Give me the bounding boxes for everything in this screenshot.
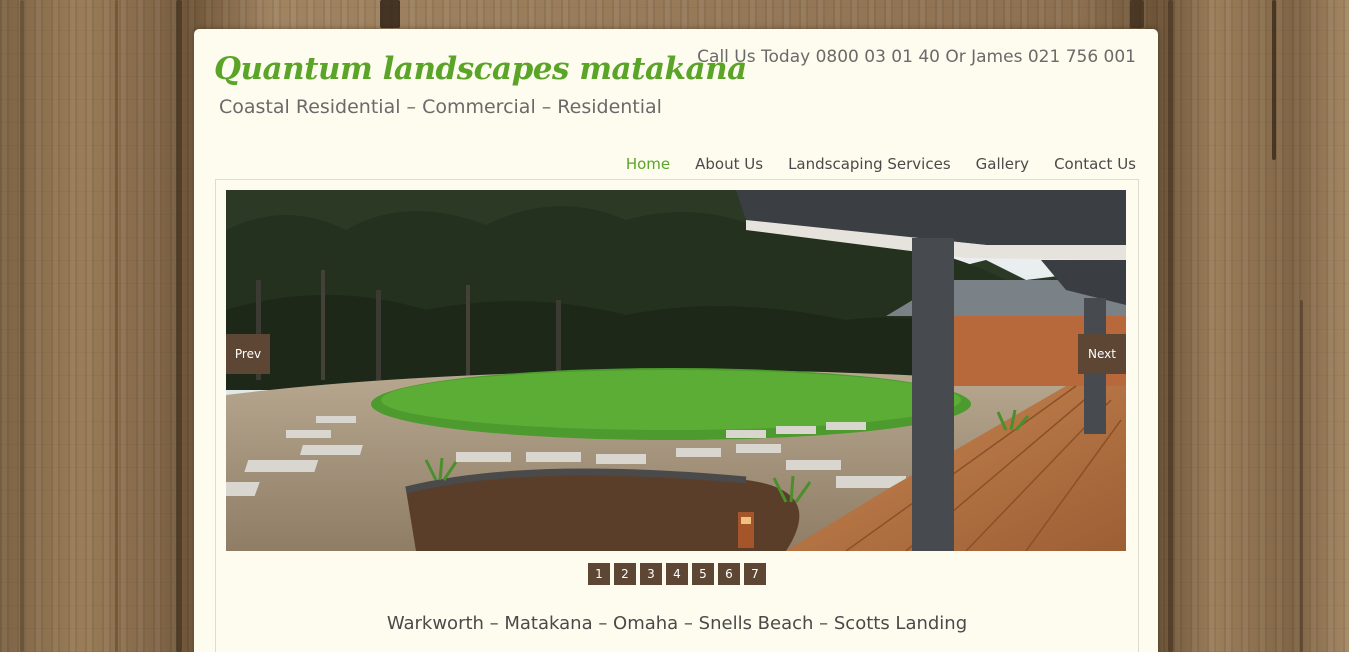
slider-next-button[interactable]: Next bbox=[1078, 334, 1126, 374]
main-nav: Home About Us Landscaping Services Galle… bbox=[626, 155, 1136, 173]
slide-page-button[interactable]: 7 bbox=[744, 563, 766, 585]
nav-item-about-us[interactable]: About Us bbox=[695, 155, 763, 173]
slider-pagination: 1 2 3 4 5 6 7 bbox=[216, 563, 1138, 585]
slider-prev-button[interactable]: Prev bbox=[226, 334, 270, 374]
wood-crack bbox=[1300, 300, 1303, 652]
service-locations: Warkworth – Matakana – Omaha – Snells Be… bbox=[386, 613, 968, 634]
slide-page-button[interactable]: 3 bbox=[640, 563, 662, 585]
nav-item-home[interactable]: Home bbox=[626, 155, 670, 173]
nav-item-contact-us[interactable]: Contact Us bbox=[1054, 155, 1136, 173]
page-container: Quantum landscapes matakana Coastal Resi… bbox=[194, 29, 1158, 652]
slide-page-button[interactable]: 1 bbox=[588, 563, 610, 585]
slide-image bbox=[226, 190, 1126, 551]
slide-page-button[interactable]: 6 bbox=[718, 563, 740, 585]
wood-crack bbox=[1130, 0, 1144, 28]
wood-crack bbox=[380, 0, 400, 28]
wood-crack bbox=[1168, 0, 1173, 652]
phone-contact: Call Us Today 0800 03 01 40 Or James 021… bbox=[697, 47, 1136, 67]
wood-crack bbox=[20, 0, 24, 652]
nav-item-landscaping-services[interactable]: Landscaping Services bbox=[788, 155, 951, 173]
nav-item-gallery[interactable]: Gallery bbox=[976, 155, 1029, 173]
wood-crack bbox=[1272, 0, 1276, 160]
site-logo[interactable]: Quantum landscapes matakana bbox=[214, 51, 747, 87]
content-area: Prev Next 1 2 3 4 5 6 7 Warkworth – Mata… bbox=[215, 179, 1139, 652]
wood-crack bbox=[115, 0, 118, 652]
site-tagline: Coastal Residential – Commercial – Resid… bbox=[219, 96, 662, 118]
slide-page-button[interactable]: 2 bbox=[614, 563, 636, 585]
slide-page-button[interactable]: 4 bbox=[666, 563, 688, 585]
image-slider: Prev Next bbox=[226, 190, 1126, 551]
wood-crack bbox=[176, 0, 182, 652]
slide-page-button[interactable]: 5 bbox=[692, 563, 714, 585]
